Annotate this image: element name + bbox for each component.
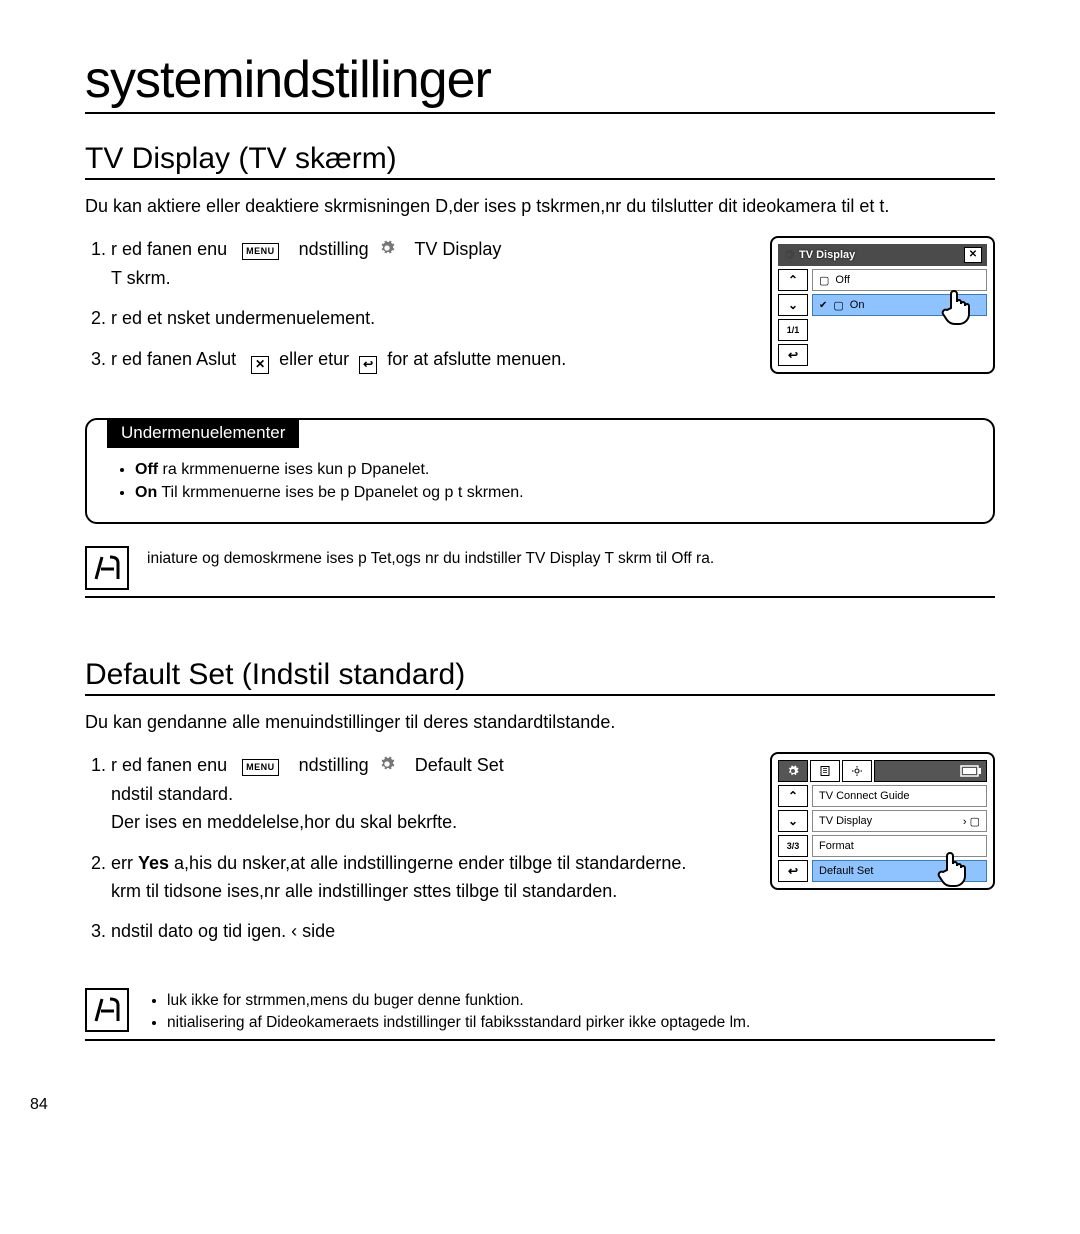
tab-sun[interactable] (842, 760, 872, 782)
step2: r ed et nsket undermenuelement. (111, 305, 740, 331)
nav-down-button[interactable]: ⌄ (778, 294, 808, 316)
ui-item-tvdisplay[interactable]: TV Display › ▢ (812, 810, 987, 832)
ui-item-off-label: Off (835, 274, 849, 286)
ui-item-tvconnect[interactable]: TV Connect Guide (812, 785, 987, 807)
tv-icon: ▢ (833, 299, 843, 312)
step1-text-a: r ed fanen enu (111, 239, 227, 259)
ui-item-label: TV Connect Guide (819, 790, 910, 802)
return-icon: ↩ (359, 356, 377, 374)
nav-page-indicator: 3/3 (778, 835, 808, 857)
ui-nav: ⌃ ⌄ 3/3 ↩ (778, 785, 808, 882)
check-icon: ✔ (819, 300, 827, 311)
gear-icon (783, 249, 795, 261)
ui-item-on-label: On (850, 299, 865, 311)
tab-battery (874, 760, 987, 782)
note-icon (85, 988, 129, 1032)
submenu-on: On Til krmmenuerne ises be p Dpanelet og… (135, 481, 973, 504)
tab-book[interactable] (810, 760, 840, 782)
section2-note-list: luk ikke for strmmen,mens du buger denne… (147, 990, 750, 1033)
ui-nav: ⌃ ⌄ 1/1 ↩ (778, 269, 808, 366)
section2-note-1: luk ikke for strmmen,mens du buger denne… (167, 990, 750, 1012)
s2-step1a: r ed fanen enu (111, 755, 227, 775)
s2-step2: err Yes a,his du nsker,at alle indstilli… (111, 850, 740, 904)
nav-up-button[interactable]: ⌃ (778, 269, 808, 291)
step1-text-b: ndstilling (299, 239, 369, 259)
nav-down-button[interactable]: ⌄ (778, 810, 808, 832)
s2-step2a: err (111, 853, 138, 873)
ui-header-tabs (778, 760, 987, 782)
tv-icon: ▢ (819, 274, 829, 287)
menu-icon: MENU (242, 759, 279, 776)
nav-return-button[interactable]: ↩ (778, 860, 808, 882)
section2-intro: Du kan gendanne alle menuindstillinger t… (85, 710, 995, 734)
s2-step1b: ndstilling (299, 755, 369, 775)
nav-return-button[interactable]: ↩ (778, 344, 808, 366)
s2-step2-yes: Yes (138, 853, 169, 873)
section2-steps: r ed fanen enu MENU ndstilling Default S… (85, 752, 740, 944)
submenu-box: Undermenuelementer Off ra krmmenuerne is… (85, 418, 995, 524)
s2-step1: r ed fanen enu MENU ndstilling Default S… (111, 752, 740, 835)
close-icon: ✕ (251, 356, 269, 374)
s2-step2b: a,his du nsker,at alle indstillingerne e… (169, 853, 686, 873)
ui-title: TV Display (799, 249, 855, 261)
s2-step1d: ndstil standard. (111, 781, 740, 807)
section1-intro: Du kan aktiere eller deaktiere skrmisnin… (85, 194, 995, 218)
step1: r ed fanen enu MENU ndstilling TV Displa… (111, 236, 740, 291)
step1-text-c: TV Display (414, 239, 501, 259)
section1-note-text: iniature og demoskrmene ises p Tet,ogs n… (147, 546, 714, 570)
s2-step3: ndstil dato og tid igen. ‹ side (111, 918, 740, 944)
submenu-header: Undermenuelementer (107, 418, 299, 448)
s2-step2c: krm til tidsone ises,nr alle indstilling… (111, 878, 740, 904)
submenu-off: Off ra krmmenuerne ises kun p Dpanelet. (135, 458, 973, 481)
page-title: systemindstillinger (85, 50, 995, 114)
pointer-hand-icon (933, 848, 973, 888)
chevron-right-icon: › ▢ (963, 815, 980, 828)
ui-item-label: Format (819, 840, 854, 852)
s2-step1c: Default Set (415, 755, 504, 775)
note-icon (85, 546, 129, 590)
section1-steps: r ed fanen enu MENU ndstilling TV Displa… (85, 236, 740, 373)
section2-note: luk ikke for strmmen,mens du buger denne… (85, 988, 995, 1041)
step3-text-a: r ed fanen Aslut (111, 349, 236, 369)
gear-icon (379, 753, 395, 779)
ui-header: TV Display ✕ (778, 244, 987, 266)
section2-title: Default Set (Indstil standard) (85, 658, 995, 696)
s2-step1e: Der ises en meddelelse,hor du skal bekrf… (111, 809, 740, 835)
gear-icon (379, 237, 395, 263)
ui-item-label: Default Set (819, 865, 873, 877)
nav-page-indicator: 1/1 (778, 319, 808, 341)
pointer-hand-icon (937, 286, 977, 326)
tab-gear[interactable] (778, 760, 808, 782)
step3-text-b: eller etur (279, 349, 349, 369)
section1-note: iniature og demoskrmene ises p Tet,ogs n… (85, 546, 995, 598)
step3-text-c: for at afslutte menuen. (387, 349, 566, 369)
nav-up-button[interactable]: ⌃ (778, 785, 808, 807)
step1-text-d: T skrm. (111, 265, 740, 291)
section1-title: TV Display (TV skærm) (85, 142, 995, 180)
page-number: 84 (30, 1096, 48, 1114)
section2-note-2: nitialisering af Dideokameraets indstill… (167, 1012, 750, 1034)
close-icon[interactable]: ✕ (964, 247, 982, 263)
ui-item-label: TV Display (819, 815, 872, 827)
step3: r ed fanen Aslut ✕ eller etur ↩ for at a… (111, 346, 740, 374)
battery-icon (960, 765, 982, 777)
menu-icon: MENU (242, 243, 279, 260)
